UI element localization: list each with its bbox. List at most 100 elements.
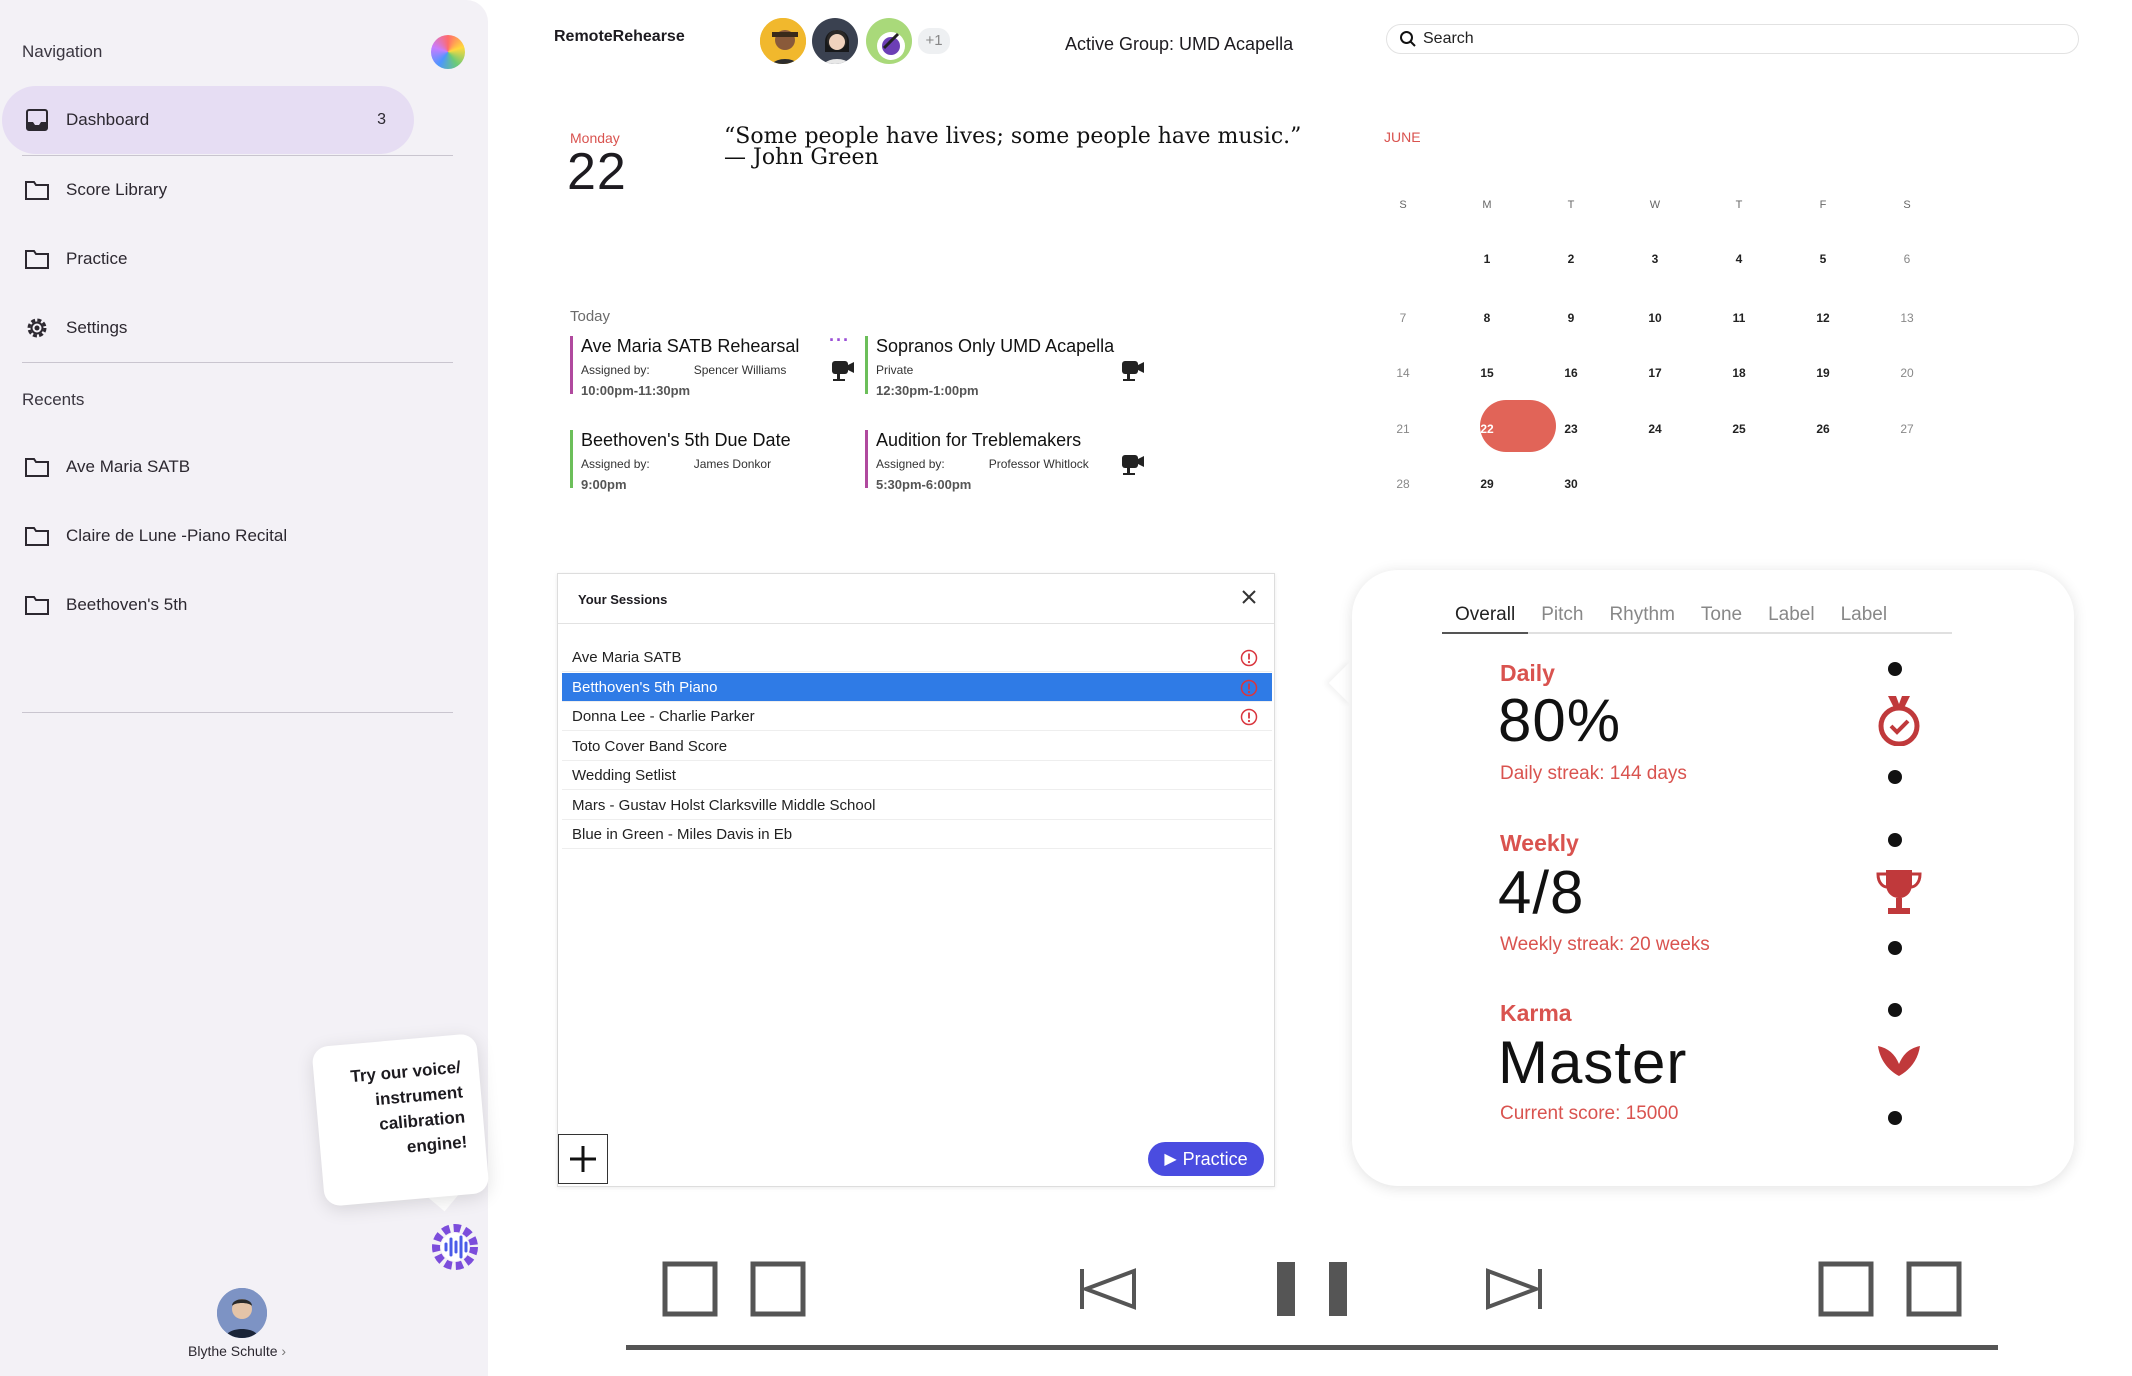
today-heading: Today — [570, 308, 611, 325]
calibration-engine-icon[interactable] — [428, 1220, 482, 1274]
session-row[interactable]: Toto Cover Band Score — [562, 732, 1272, 761]
video-call-icon[interactable] — [1120, 452, 1146, 478]
calendar-day[interactable]: 21 — [1373, 422, 1433, 436]
calendar-day[interactable]: 23 — [1541, 422, 1601, 436]
member-avatar[interactable] — [758, 16, 808, 66]
search-icon — [1400, 31, 1416, 47]
active-group-label[interactable]: Active Group: UMD Acapella — [1065, 34, 1293, 55]
sidebar-item-settings[interactable]: Settings — [2, 294, 414, 362]
calendar-day[interactable]: 2 — [1541, 252, 1601, 266]
calendar-day[interactable]: 18 — [1709, 366, 1769, 380]
calibration-promo-bubble[interactable]: Try our voice/ instrument calibration en… — [311, 1033, 490, 1207]
calendar-day[interactable]: 20 — [1877, 366, 1937, 380]
calendar-day[interactable]: 22 — [1457, 422, 1517, 436]
practice-button[interactable]: ▶ Practice — [1148, 1142, 1264, 1176]
member-avatar[interactable] — [864, 16, 914, 66]
session-label: Donna Lee - Charlie Parker — [572, 708, 755, 725]
calendar-day[interactable]: 13 — [1877, 311, 1937, 325]
color-orb-icon[interactable] — [431, 35, 465, 69]
search-bar[interactable]: Search — [1386, 24, 2079, 54]
add-session-button[interactable] — [558, 1134, 608, 1184]
square-icon[interactable] — [750, 1261, 806, 1317]
calendar-day[interactable]: 6 — [1877, 252, 1937, 266]
user-name[interactable]: Blythe Schulte › — [188, 1343, 286, 1359]
tab-rhythm[interactable]: Rhythm — [1596, 604, 1687, 634]
avatar[interactable] — [217, 1288, 267, 1338]
weekly-value: 4/8 — [1498, 859, 1585, 926]
search-input[interactable]: Search — [1423, 30, 1474, 48]
calendar-day[interactable]: 26 — [1793, 422, 1853, 436]
calendar-day[interactable]: 16 — [1541, 366, 1601, 380]
event-card[interactable]: Beethoven's 5th Due Date Assigned by: Jam… — [570, 430, 791, 492]
tab-label[interactable]: Label — [1755, 604, 1828, 634]
skip-forward-icon[interactable] — [1484, 1266, 1544, 1312]
sidebar-item-score-library[interactable]: Score Library — [2, 156, 414, 224]
session-label: Betthoven's 5th Piano — [572, 678, 718, 696]
event-card[interactable]: Sopranos Only UMD Acapella Private 12:30… — [865, 336, 1115, 398]
chevron-right-icon: › — [281, 1343, 287, 1359]
calendar-day[interactable]: 5 — [1793, 252, 1853, 266]
calendar-day[interactable]: 17 — [1625, 366, 1685, 380]
calendar-day[interactable]: 25 — [1709, 422, 1769, 436]
calendar-day[interactable]: 12 — [1793, 311, 1853, 325]
square-icon[interactable] — [1906, 1261, 1962, 1317]
calendar-day[interactable]: 3 — [1625, 252, 1685, 266]
sidebar: Navigation Dashboard 3 Score Library Pra… — [0, 0, 490, 1376]
tab-tone[interactable]: Tone — [1688, 604, 1755, 634]
pause-icon[interactable] — [1275, 1260, 1351, 1318]
member-avatar[interactable] — [810, 16, 860, 66]
calendar-day[interactable]: 29 — [1457, 477, 1517, 491]
video-call-icon[interactable] — [830, 358, 856, 384]
progress-track[interactable] — [626, 1345, 1998, 1350]
sessions-panel: Your Sessions Ave Maria SATB Betthoven's … — [557, 573, 1275, 1187]
sidebar-item-label: Dashboard — [66, 110, 150, 129]
weekly-streak: Weekly streak: 20 weeks — [1500, 934, 1710, 955]
event-title: Sopranos Only UMD Acapella — [876, 336, 1115, 356]
event-time: 5:30pm-6:00pm — [876, 477, 972, 492]
calendar-day[interactable]: 14 — [1373, 366, 1433, 380]
plus-icon — [570, 1146, 596, 1172]
session-row[interactable]: Blue in Green - Miles Davis in Eb — [562, 820, 1272, 849]
alert-icon[interactable] — [1240, 679, 1258, 697]
calendar-day[interactable]: 15 — [1457, 366, 1517, 380]
calendar-day[interactable]: 4 — [1709, 252, 1769, 266]
tab-overall[interactable]: Overall — [1442, 604, 1529, 634]
calendar-day[interactable]: 1 — [1457, 252, 1517, 266]
tab-pitch[interactable]: Pitch — [1528, 604, 1596, 634]
calendar-day[interactable]: 9 — [1541, 311, 1601, 325]
calendar-day[interactable]: 19 — [1793, 366, 1853, 380]
calendar-day[interactable]: 7 — [1373, 311, 1433, 325]
square-icon[interactable] — [662, 1261, 718, 1317]
calendar-day[interactable]: 24 — [1625, 422, 1685, 436]
more-options-icon[interactable]: ··· — [829, 330, 850, 351]
sidebar-item-practice[interactable]: Practice — [2, 225, 414, 293]
tab-label[interactable]: Label — [1828, 604, 1901, 634]
sidebar-item-dashboard[interactable]: Dashboard 3 — [2, 86, 414, 154]
calendar-day[interactable]: 11 — [1709, 311, 1769, 325]
session-row[interactable]: Betthoven's 5th Piano — [562, 672, 1272, 702]
video-call-icon[interactable] — [1120, 358, 1146, 384]
calendar-day[interactable]: 30 — [1541, 477, 1601, 491]
daily-value: 80% — [1498, 687, 1622, 754]
alert-icon[interactable] — [1240, 708, 1258, 726]
calendar-day[interactable]: 10 — [1625, 311, 1685, 325]
session-row[interactable]: Ave Maria SATB — [562, 643, 1272, 672]
session-row[interactable]: Mars - Gustav Holst Clarksville Middle S… — [562, 791, 1272, 820]
calendar-day[interactable]: 27 — [1877, 422, 1937, 436]
recent-item-label: Ave Maria SATB — [66, 457, 191, 476]
calendar-day[interactable]: 8 — [1457, 311, 1517, 325]
session-row[interactable]: Wedding Setlist — [562, 761, 1272, 790]
recent-item[interactable]: Ave Maria SATB — [2, 433, 414, 501]
skip-back-icon[interactable] — [1078, 1266, 1138, 1312]
event-card[interactable]: Ave Maria SATB Rehearsal Assigned by: Spe… — [570, 336, 799, 398]
recent-item[interactable]: Beethoven's 5th — [2, 571, 414, 639]
calendar-day[interactable]: 28 — [1373, 477, 1433, 491]
extra-members-count[interactable]: +1 — [918, 28, 950, 54]
session-row[interactable]: Donna Lee - Charlie Parker — [562, 702, 1272, 731]
event-card[interactable]: Audition for Treblemakers Assigned by: Pr… — [865, 430, 1089, 492]
close-icon[interactable] — [1240, 588, 1258, 606]
square-icon[interactable] — [1818, 1261, 1874, 1317]
alert-icon[interactable] — [1240, 649, 1258, 667]
recent-item[interactable]: Claire de Lune -Piano Recital — [2, 502, 414, 570]
dot — [1888, 770, 1902, 784]
